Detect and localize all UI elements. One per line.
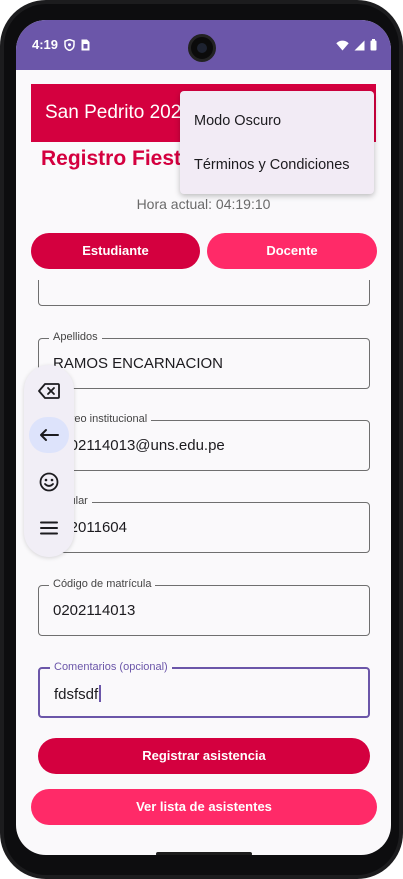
page-heading: Registro Fiesta — [41, 147, 193, 170]
text-cursor — [99, 685, 102, 702]
tab-estudiante[interactable]: Estudiante — [31, 233, 200, 269]
apellidos-field[interactable]: Apellidos RAMOS ENCARNACION — [38, 331, 370, 389]
status-right-icons — [336, 38, 377, 56]
emoji-icon[interactable] — [29, 464, 69, 500]
screen: 4:19 San Pedrito 2023 Registro Fiesta Ho… — [16, 20, 391, 855]
field-label: Comentarios (opcional) — [50, 661, 172, 673]
field-label: Apellidos — [49, 331, 102, 343]
menu-item-dark-mode[interactable]: Modo Oscuro — [194, 113, 281, 129]
menu-icon[interactable] — [29, 510, 69, 546]
field-value: 0202114013@uns.edu.pe — [53, 437, 225, 454]
student-code-field[interactable]: Código de matrícula 0202114013 — [38, 578, 370, 636]
form-field-top[interactable] — [38, 280, 370, 306]
attendee-list-button[interactable]: Ver lista de asistentes — [31, 789, 377, 825]
battery-icon — [370, 38, 377, 56]
phone-field[interactable]: Celular 992011604 — [38, 495, 370, 553]
signal-icon — [354, 38, 365, 56]
field-value: RAMOS ENCARNACION — [53, 355, 224, 372]
comments-field[interactable]: Comentarios (opcional) fdsfsdf — [38, 661, 370, 718]
email-field[interactable]: Correo institucional 0202114013@uns.edu.… — [38, 413, 370, 471]
field-value-wrapper: fdsfsdf — [54, 685, 102, 703]
enter-icon[interactable] — [29, 417, 69, 453]
register-attendance-button[interactable]: Registrar asistencia — [38, 738, 370, 774]
status-time: 4:19 — [32, 37, 59, 52]
status-left-icons — [64, 38, 90, 56]
app-title: San Pedrito 2023 — [45, 102, 192, 123]
overflow-menu: Modo Oscuro Términos y Condiciones — [180, 91, 374, 194]
front-camera — [188, 34, 216, 62]
status-bar: 4:19 — [16, 20, 391, 70]
navigation-handle[interactable] — [156, 852, 252, 855]
menu-item-terms[interactable]: Términos y Condiciones — [194, 157, 350, 173]
wifi-icon — [336, 38, 349, 56]
sim-card-icon — [81, 38, 90, 56]
current-time-label: Hora actual: 04:19:10 — [136, 196, 271, 212]
tab-docente[interactable]: Docente — [207, 233, 377, 269]
field-value: 0202114013 — [53, 602, 136, 619]
keyboard-floating-toolbar — [24, 365, 74, 557]
shield-icon — [64, 38, 75, 56]
backspace-icon[interactable] — [29, 373, 69, 409]
field-value: fdsfsdf — [54, 686, 99, 703]
field-label: Código de matrícula — [49, 578, 156, 590]
